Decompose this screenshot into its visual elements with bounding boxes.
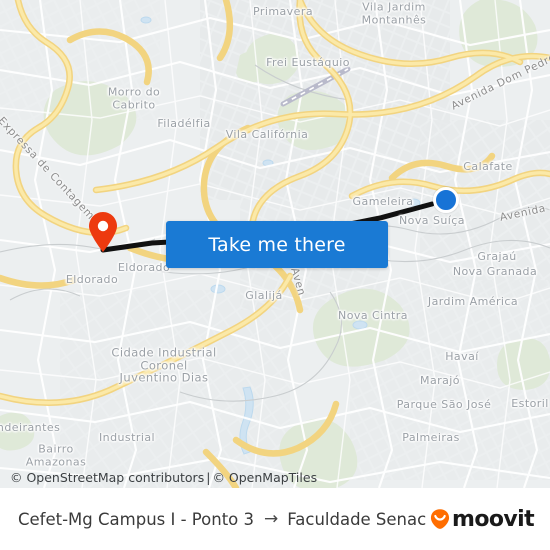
origin-pin-marker[interactable]: [88, 212, 118, 252]
destination-dot-marker[interactable]: [433, 187, 459, 213]
moovit-wordmark: moovit: [452, 506, 535, 532]
moovit-route-page: Primavera Vila Jardim Montanhês Frei Eus…: [0, 0, 550, 550]
map-attribution: © OpenStreetMap contributors | © OpenMapTi…: [0, 470, 550, 486]
attribution-osm[interactable]: © OpenStreetMap contributors: [10, 470, 204, 485]
moovit-pin-icon: [430, 509, 450, 529]
map-viewport[interactable]: Primavera Vila Jardim Montanhês Frei Eus…: [0, 0, 550, 488]
route-summary: Cefet-Mg Campus I - Ponto 3 → Faculdade …: [0, 509, 429, 529]
attribution-openmaptiles[interactable]: © OpenMapTiles: [212, 470, 317, 485]
map-pin-icon: [89, 212, 117, 252]
moovit-logo[interactable]: moovit: [429, 507, 550, 532]
route-origin-label: Cefet-Mg Campus I - Ponto 3: [18, 509, 255, 529]
arrow-right-icon: →: [264, 509, 279, 529]
take-me-there-button[interactable]: Take me there: [166, 221, 388, 268]
route-footer: Cefet-Mg Campus I - Ponto 3 → Faculdade …: [0, 488, 550, 550]
route-destination-label: Faculdade Senac: [287, 509, 427, 529]
